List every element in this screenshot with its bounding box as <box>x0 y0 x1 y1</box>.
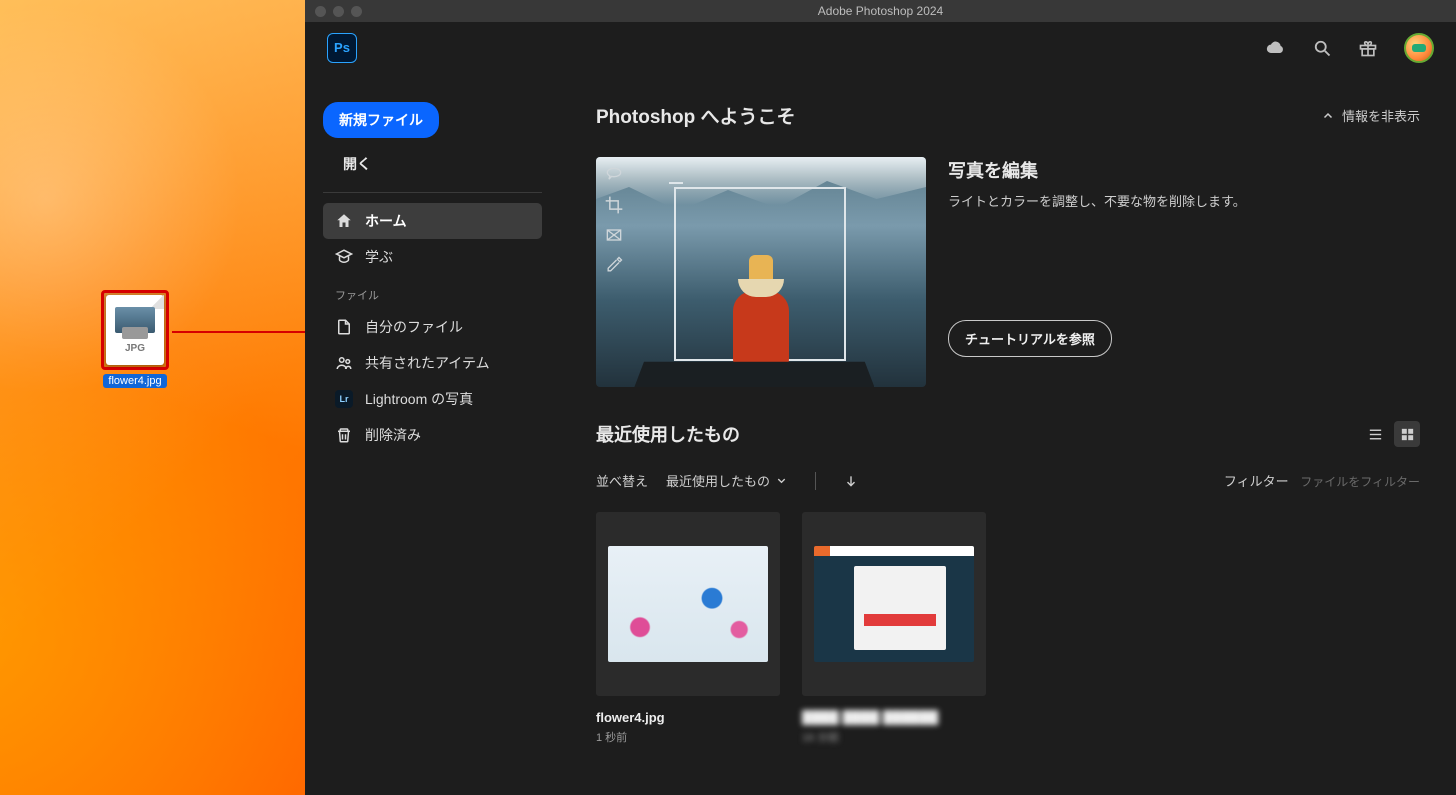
file-icon <box>335 318 353 336</box>
shared-icon <box>335 354 353 372</box>
recent-item-time: 16 分前 <box>802 729 986 745</box>
macos-desktop: JPG flower4.jpg <box>0 0 305 795</box>
open-link[interactable]: 開く <box>343 154 542 174</box>
hide-info-toggle[interactable]: 情報を非表示 <box>1322 106 1420 125</box>
grid-icon <box>1399 426 1416 443</box>
nav-lightroom[interactable]: Lr Lightroom の写真 <box>323 381 542 417</box>
chevron-down-icon <box>776 475 787 486</box>
hero-description: ライトとカラーを調整し、不要な物を削除します。 <box>948 191 1246 210</box>
nav-learn-label: 学ぶ <box>365 247 393 267</box>
home-icon <box>335 212 353 230</box>
lasso-icon <box>604 165 624 185</box>
welcome-title: Photoshop へようこそ <box>596 102 795 129</box>
tutorial-button[interactable]: チュートリアルを参照 <box>948 320 1112 357</box>
sort-direction-icon[interactable] <box>844 474 858 488</box>
hide-info-label: 情報を非表示 <box>1342 106 1420 125</box>
nav-home-label: ホーム <box>365 211 407 231</box>
window-titlebar[interactable]: Adobe Photoshop 2024 <box>305 0 1456 22</box>
recent-thumbnail <box>596 512 780 696</box>
sort-select[interactable]: 最近使用したもの <box>666 471 787 490</box>
filter-input[interactable]: ファイルをフィルター <box>1300 475 1420 489</box>
desktop-file[interactable]: JPG flower4.jpg <box>95 290 175 389</box>
nav-shared-label: 共有されたアイテム <box>365 353 490 373</box>
hero-image <box>596 157 926 387</box>
recent-item-name: ████ ████ ██████ <box>802 710 986 725</box>
adjust-icon <box>604 225 624 245</box>
grid-view-button[interactable] <box>1394 421 1420 447</box>
nav-deleted-label: 削除済み <box>365 425 421 445</box>
filter-label: フィルター <box>1224 474 1289 489</box>
account-avatar[interactable] <box>1404 33 1434 63</box>
app-topbar: Ps <box>305 22 1456 74</box>
sort-label: 並べ替え <box>596 471 648 490</box>
hero-toolstrip <box>604 165 624 275</box>
search-icon[interactable] <box>1312 38 1332 58</box>
file-selection-highlight: JPG <box>101 290 169 370</box>
window-title: Adobe Photoshop 2024 <box>305 4 1456 18</box>
desktop-file-label: flower4.jpg <box>103 374 166 388</box>
gift-icon[interactable] <box>1358 38 1378 58</box>
recent-item-name: flower4.jpg <box>596 710 780 725</box>
recent-item-time: 1 秒前 <box>596 729 780 745</box>
cloud-icon[interactable] <box>1266 38 1286 58</box>
nav-deleted[interactable]: 削除済み <box>323 417 542 453</box>
hero-title: 写真を編集 <box>948 157 1246 183</box>
main-content: Photoshop へようこそ 情報を非表示 <box>560 74 1456 795</box>
nav-lightroom-label: Lightroom の写真 <box>365 389 473 409</box>
divider <box>815 472 816 490</box>
divider <box>323 192 542 193</box>
eyedropper-icon <box>604 255 624 275</box>
sidebar-section-file: ファイル <box>335 287 538 303</box>
view-toggle <box>1362 421 1420 447</box>
recent-thumbnail <box>802 512 986 696</box>
nav-home[interactable]: ホーム <box>323 203 542 239</box>
list-view-button[interactable] <box>1362 421 1388 447</box>
photoshop-logo[interactable]: Ps <box>327 33 357 63</box>
hero-card: 写真を編集 ライトとカラーを調整し、不要な物を削除します。 チュートリアルを参照 <box>596 157 1420 387</box>
list-icon <box>1367 426 1384 443</box>
photoshop-window: Adobe Photoshop 2024 Ps 新規ファイル 開く ホーム 学ぶ… <box>305 0 1456 795</box>
trash-icon <box>335 426 353 444</box>
recent-grid: flower4.jpg 1 秒前 ████ ████ ██████ 16 分前 <box>596 512 1420 745</box>
lightroom-icon: Lr <box>335 390 353 408</box>
sort-value: 最近使用したもの <box>666 471 770 490</box>
crop-icon <box>604 195 624 215</box>
recent-item[interactable]: flower4.jpg 1 秒前 <box>596 512 780 745</box>
learn-icon <box>335 248 353 266</box>
recent-title: 最近使用したもの <box>596 421 740 447</box>
sidebar: 新規ファイル 開く ホーム 学ぶ ファイル 自分のファイル 共有されたアイテム … <box>305 74 560 795</box>
nav-shared[interactable]: 共有されたアイテム <box>323 345 542 381</box>
chevron-up-icon <box>1322 110 1334 122</box>
recent-item[interactable]: ████ ████ ██████ 16 分前 <box>802 512 986 745</box>
nav-my-files-label: 自分のファイル <box>365 317 463 337</box>
nav-learn[interactable]: 学ぶ <box>323 239 542 275</box>
jpg-file-icon: JPG <box>106 295 164 365</box>
nav-my-files[interactable]: 自分のファイル <box>323 309 542 345</box>
new-file-button[interactable]: 新規ファイル <box>323 102 439 138</box>
